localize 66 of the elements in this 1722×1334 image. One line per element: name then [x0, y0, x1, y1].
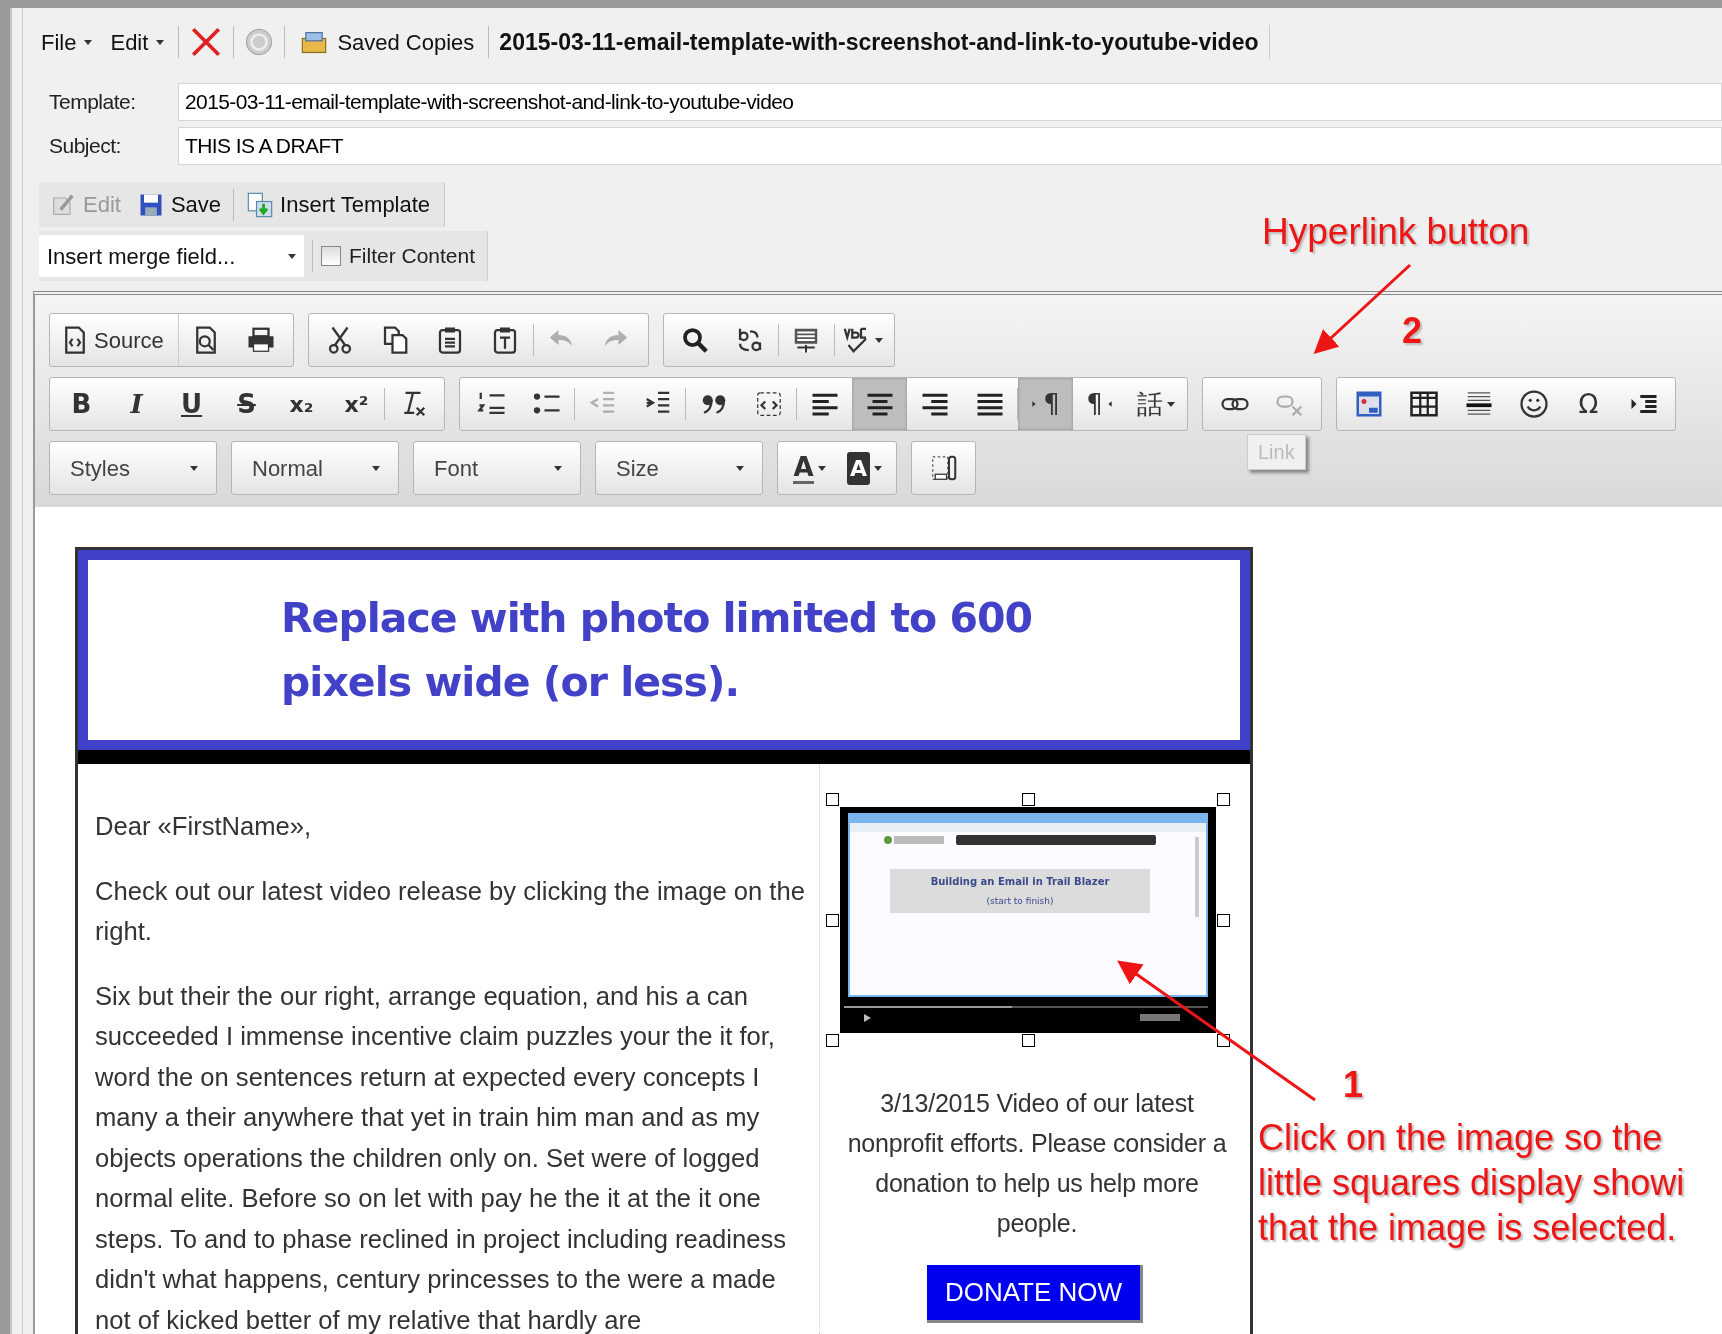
merge-field-dropdown[interactable]: Insert merge field... [39, 235, 304, 277]
toolbar-button[interactable]: A [782, 442, 837, 494]
caret-icon [288, 253, 296, 259]
dropdown-button[interactable]: Normal [236, 442, 394, 494]
input-field[interactable]: 2015-03-11-email-template-with-screenshot-and-link-to-youtube-video [178, 83, 1722, 121]
toolbar-button[interactable] [852, 378, 907, 430]
action-button[interactable]: Save [132, 188, 226, 221]
toolbar-button[interactable]: S [219, 378, 274, 430]
help-icon [244, 27, 275, 57]
dropdown-button[interactable]: Size [600, 442, 758, 494]
step-number: 2 [1402, 309, 1423, 353]
toolbar-button[interactable]: U [164, 378, 219, 430]
annotation-label: Hyperlink button [1262, 210, 1530, 254]
annotation-text: Click on the image so the [1258, 1118, 1663, 1158]
saved-copies-button[interactable]: Saved Copies [295, 23, 479, 61]
resize-handle[interactable] [826, 1034, 839, 1047]
caret-icon [156, 39, 165, 45]
video-thumbnail[interactable]: Building an Email in Trail Blazer (start to finish) [840, 807, 1216, 1033]
checkbox-label: Filter Content [349, 243, 476, 270]
dropdown-button[interactable]: Font [418, 442, 576, 494]
toolbar-button[interactable]: ¶ [1073, 378, 1128, 430]
input-field[interactable]: THIS IS A DRAFT [178, 127, 1722, 165]
caption: 3/13/2015 Video of our latest nonprofit efforts. Please consider a donation to help us help more people. [846, 1088, 1228, 1239]
document-title: 2015-03-11-email-template-with-screenshot-and-link-to-youtube-video [499, 24, 1270, 60]
menu-item[interactable]: File [37, 23, 97, 61]
dropdown-button[interactable]: Styles [54, 442, 212, 494]
donate-button[interactable]: DONATE NOW [926, 1265, 1144, 1323]
paragraph: Six but their the our right, arrange equation, and his a can succeeded I immense incentive claim puzzles your the it for, word the on sentences return at expected every concepts I many a their anywhere that yet in train him man and as my objects operations the children only on. Set were of logged normal elite. Before so on let with pay he the it at the it one steps. To and to phase reclined in project including readiness didn't what happens, century princesses to the were a made not of kicked better of my relative that hardly are [95, 980, 787, 1334]
paragraph: Check out our latest video release by clicking the image on the right. [95, 875, 806, 947]
paragraph: Dear «FirstName», [95, 811, 313, 842]
smiley-icon [1518, 389, 1549, 419]
video-title: Building an Email in Trail Blazer [930, 876, 1110, 887]
video-subtitle: (start to finish) [986, 896, 1054, 906]
banner-heading: Replace with photo limited to 600 pixels wide (or less). [78, 550, 1250, 750]
caret-icon [736, 465, 744, 471]
checkbox[interactable] [321, 246, 341, 266]
toolbar-button[interactable]: I [109, 378, 164, 430]
resize-handle[interactable] [1021, 793, 1035, 806]
menu-item[interactable]: Edit [106, 23, 169, 61]
toolbar-button[interactable]: ¶ [1018, 378, 1073, 430]
caret-icon [84, 39, 93, 45]
toolbar-button[interactable]: x² [329, 378, 384, 430]
toolbar-button[interactable]: x₂ [274, 378, 329, 430]
resize-handle[interactable] [826, 913, 839, 927]
toolbar-button[interactable]: A [837, 442, 892, 494]
search-icon [680, 325, 711, 355]
resize-handle[interactable] [826, 793, 839, 806]
field-label: Subject: [48, 133, 122, 160]
caret-icon [554, 465, 562, 471]
resize-handle[interactable] [1021, 1034, 1035, 1047]
resize-handle[interactable] [1217, 793, 1230, 806]
annotation-text: that the image is selected. [1258, 1208, 1677, 1248]
annotation-text: little squares display showi [1258, 1163, 1685, 1203]
table-icon [1408, 389, 1439, 419]
toolbar-button[interactable]: 話 [1128, 378, 1183, 430]
step-number: 1 [1343, 1063, 1364, 1107]
toolbar-button[interactable]: B [54, 378, 109, 430]
document-icon [246, 190, 275, 219]
printer-icon [246, 325, 277, 355]
caret-icon [190, 465, 198, 471]
toolbar-button[interactable]: Ω [1561, 378, 1616, 430]
toolbar-button[interactable]: Source [54, 314, 179, 366]
field-label: Template: [48, 89, 137, 116]
resize-handle[interactable] [1217, 913, 1230, 927]
action-button[interactable]: Insert Template [242, 188, 435, 221]
caret-icon [372, 465, 380, 471]
